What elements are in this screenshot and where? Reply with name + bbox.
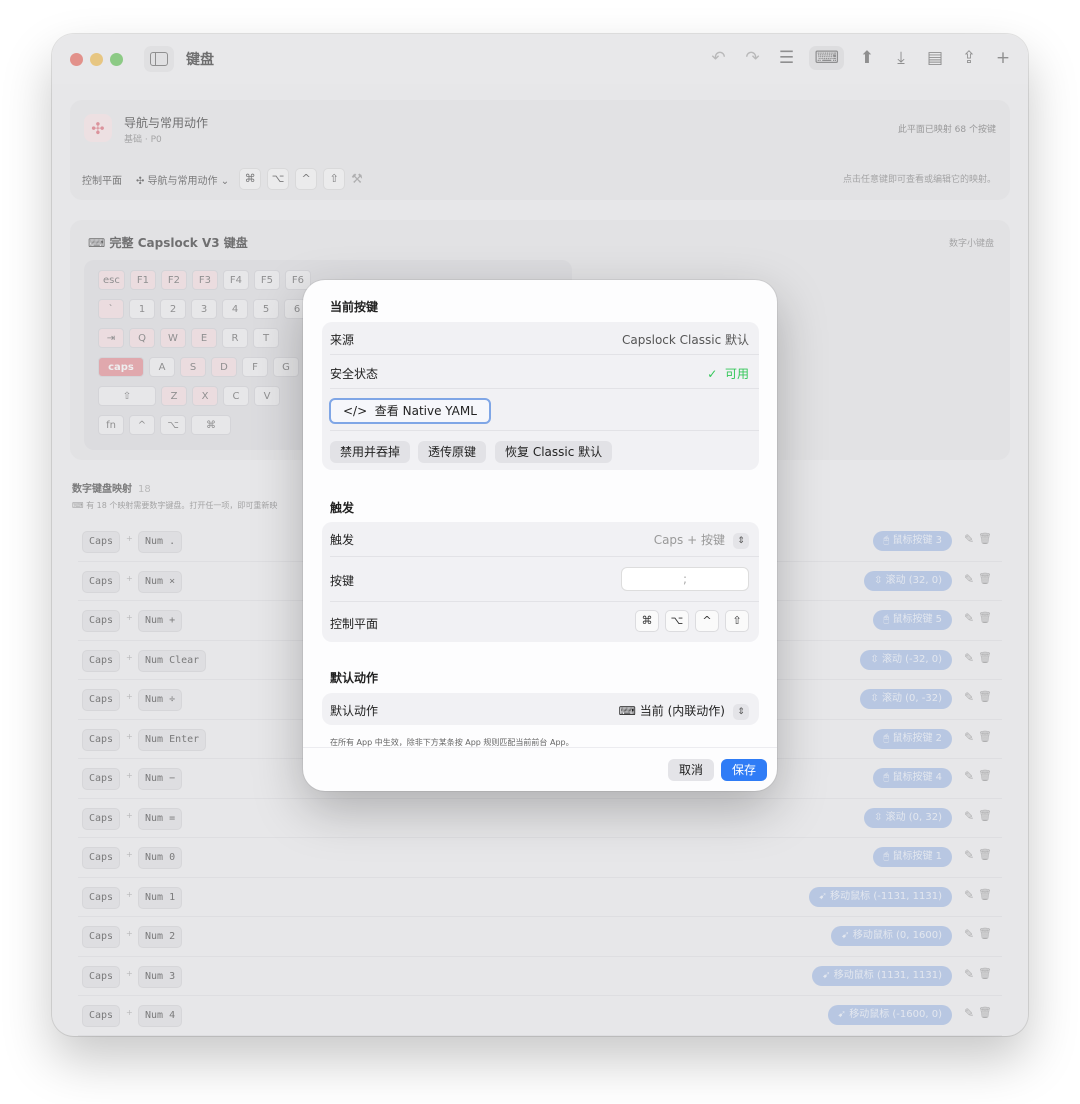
trigger-row: 触发 Caps + 按键 ⇕ [330,531,751,549]
safety-value-text: 可用 [724,367,749,381]
control-plane-keys: ⌘ ⌥ ^ ⇧ [635,610,749,632]
safety-row: 安全状态 ✓ 可用 [330,365,751,382]
control-plane-key[interactable]: ^ [695,610,719,632]
view-yaml-label: 查看 Native YAML [374,404,477,418]
control-plane-key[interactable]: ⌥ [665,610,689,632]
chevron-updown-icon: ⇕ [733,532,749,549]
default-action-value: ⌨ 当前 (内联动作) [618,704,725,718]
check-shield-icon: ✓ [707,367,718,381]
view-yaml-button[interactable]: </> 查看 Native YAML [329,398,491,424]
control-plane-label: 控制平面 [330,617,379,631]
source-label: 来源 [330,333,355,347]
divider [330,601,759,602]
current-key-group: 来源 Capslock Classic 默认 安全状态 ✓ 可用 </> 查看 … [322,322,759,470]
key-label: 按键 [330,574,355,588]
default-action-row: 默认动作 ⌨ 当前 (内联动作) ⇕ [330,702,751,720]
source-row: 来源 Capslock Classic 默认 [330,331,751,348]
chevron-updown-icon: ⇕ [733,703,749,720]
trigger-label: 触发 [330,533,355,547]
divider [330,556,759,557]
cancel-button[interactable]: 取消 [668,759,715,781]
footer-divider [303,747,777,748]
default-action-group: 默认动作 ⌨ 当前 (内联动作) ⇕ [322,693,759,725]
trigger-value: Caps + 按键 [653,533,725,547]
divider [330,430,759,431]
key-input[interactable]: ; [621,567,749,591]
default-action-label: 默认动作 [330,704,379,718]
trigger-heading: 触发 [330,501,355,515]
divider [330,388,759,389]
safety-label: 安全状态 [330,367,379,381]
code-icon: </> [343,404,368,418]
passthrough-button[interactable]: 透传原键 [418,441,487,463]
current-key-heading: 当前按键 [330,300,379,314]
safety-value: ✓ 可用 [707,365,749,382]
divider [330,354,759,355]
default-action-heading: 默认动作 [330,671,379,685]
control-plane-key[interactable]: ⇧ [725,610,749,632]
control-plane-key[interactable]: ⌘ [635,610,659,632]
save-button[interactable]: 保存 [721,759,768,781]
default-action-select[interactable]: ⌨ 当前 (内联动作) ⇕ [619,702,749,720]
disable-swallow-button[interactable]: 禁用并吞掉 [330,441,411,463]
key-edit-dialog: 当前按键 来源 Capslock Classic 默认 安全状态 ✓ 可用 </… [303,280,777,791]
trigger-select[interactable]: Caps + 按键 ⇕ [654,531,749,549]
restore-default-button[interactable]: 恢复 Classic 默认 [495,441,613,463]
source-value: Capslock Classic 默认 [622,333,749,347]
trigger-group: 触发 Caps + 按键 ⇕ 按键 ; 控制平面 ⌘ ⌥ ^ ⇧ [322,522,759,642]
